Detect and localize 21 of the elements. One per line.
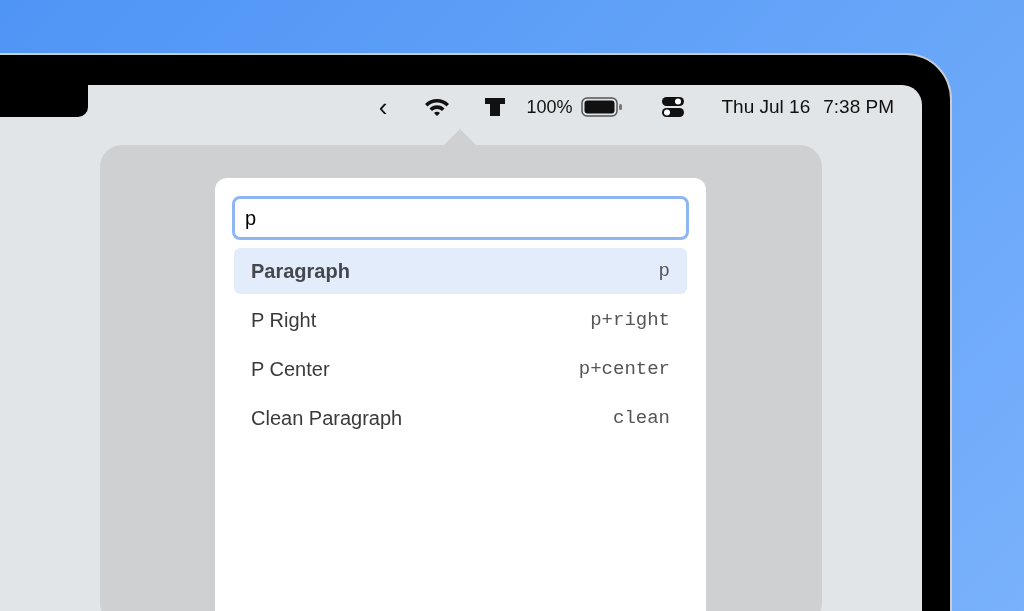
search-field[interactable]: p — [232, 196, 689, 240]
chevron-button[interactable]: ‹ — [378, 94, 388, 120]
wifi-icon[interactable] — [423, 97, 452, 117]
shortcut-label: p+right — [590, 307, 670, 333]
result-item[interactable]: P Center p+center — [234, 346, 687, 392]
result-label: Paragraph — [251, 259, 350, 284]
result-item[interactable]: Paragraph p — [234, 248, 687, 294]
result-label: P Right — [251, 308, 317, 333]
text-tool-icon[interactable] — [483, 96, 508, 118]
battery-icon[interactable] — [580, 97, 623, 117]
result-label: Clean Paragraph — [251, 406, 403, 431]
menu-bar-date: Thu Jul 16 — [721, 94, 811, 119]
result-item[interactable]: Clean Paragraph clean — [234, 395, 687, 441]
shortcut-label: p — [658, 258, 670, 284]
battery-percentage: 100% — [526, 95, 573, 119]
result-item[interactable]: P Right p+right — [234, 297, 687, 343]
shortcut-label: p+center — [578, 356, 670, 382]
result-label: P Center — [251, 357, 330, 382]
shortcut-label: clean — [613, 405, 670, 431]
control-center-icon[interactable] — [660, 95, 685, 119]
menu-bar-time: 7:38 PM — [823, 94, 894, 119]
